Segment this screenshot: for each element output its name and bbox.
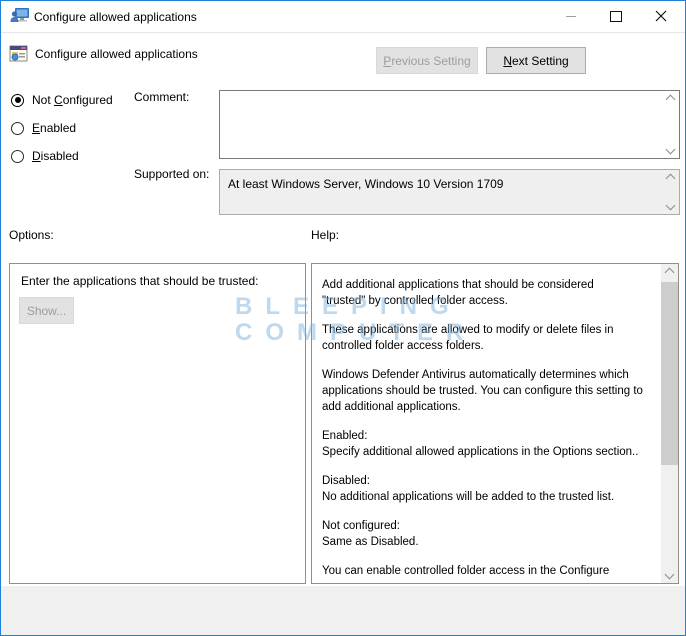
comment-field[interactable] — [219, 90, 680, 159]
radio-enabled[interactable]: Enabled — [11, 120, 76, 136]
window-title: Configure allowed applications — [34, 10, 197, 24]
group-policy-app-icon — [10, 8, 30, 25]
radio-label: Not Configured — [32, 93, 113, 107]
chevron-up-icon — [664, 267, 675, 278]
comment-scrollbar[interactable] — [662, 92, 678, 157]
maximize-button[interactable] — [593, 1, 638, 31]
maximize-icon — [609, 10, 622, 22]
radio-icon — [11, 121, 24, 135]
radio-label: Enabled — [32, 121, 77, 135]
help-label: Help: — [311, 228, 340, 242]
comment-label: Comment: — [134, 90, 190, 104]
titlebar: Configure allowed applications — [1, 1, 685, 33]
close-button[interactable] — [638, 1, 683, 31]
setting-title: Configure allowed applications — [35, 47, 198, 61]
radio-label: Disabled — [32, 149, 79, 163]
window-controls — [548, 1, 683, 31]
supported-on-value: At least Windows Server, Windows 10 Vers… — [228, 177, 504, 191]
help-paragraph: Not configured: Same as Disabled. — [322, 520, 419, 548]
options-label: Options: — [9, 228, 54, 242]
help-paragraph: Add additional applications that should … — [322, 279, 594, 307]
chevron-down-icon — [664, 569, 675, 580]
minimize-icon — [565, 15, 576, 17]
help-text: Add additional applications that should … — [312, 264, 661, 583]
options-prompt: Enter the applications that should be tr… — [21, 274, 259, 288]
supported-on-label: Supported on: — [134, 167, 210, 181]
previous-setting-button[interactable]: Previous Setting — [376, 47, 478, 74]
chevron-up-icon — [665, 173, 675, 184]
chevron-down-icon — [665, 200, 675, 211]
help-paragraph: These applications are allowed to modify… — [322, 324, 614, 352]
dialog-window: Configure allowed applications Configure… — [0, 0, 686, 636]
minimize-button — [548, 1, 593, 31]
close-icon — [655, 10, 666, 22]
help-paragraph: Disabled: No additional applications wil… — [322, 475, 615, 503]
options-panel: Enter the applications that should be tr… — [9, 263, 306, 584]
radio-disabled[interactable]: Disabled — [11, 148, 79, 164]
scroll-up-button[interactable] — [661, 264, 678, 281]
scroll-down-button[interactable] — [661, 566, 678, 583]
radio-icon — [11, 149, 24, 163]
help-panel: Add additional applications that should … — [311, 263, 679, 584]
footer: OK Cancel Apply — [1, 586, 685, 635]
next-setting-button[interactable]: Next Setting — [486, 47, 586, 74]
chevron-down-icon — [665, 144, 675, 155]
show-button[interactable]: Show... — [19, 297, 74, 324]
policy-setting-icon — [9, 45, 31, 64]
help-paragraph: Windows Defender Antivirus automatically… — [322, 369, 643, 413]
radio-icon — [11, 93, 24, 107]
help-paragraph: You can enable controlled folder access … — [322, 565, 610, 577]
help-paragraph: Enabled: Specify additional allowed appl… — [322, 430, 639, 458]
radio-not-configured[interactable]: Not Configured — [11, 92, 113, 108]
chevron-up-icon — [665, 94, 675, 105]
supported-on-field: At least Windows Server, Windows 10 Vers… — [219, 169, 680, 215]
supported-scrollbar — [662, 171, 678, 213]
help-scrollbar[interactable] — [661, 264, 678, 583]
scrollbar-thumb[interactable] — [661, 282, 678, 465]
